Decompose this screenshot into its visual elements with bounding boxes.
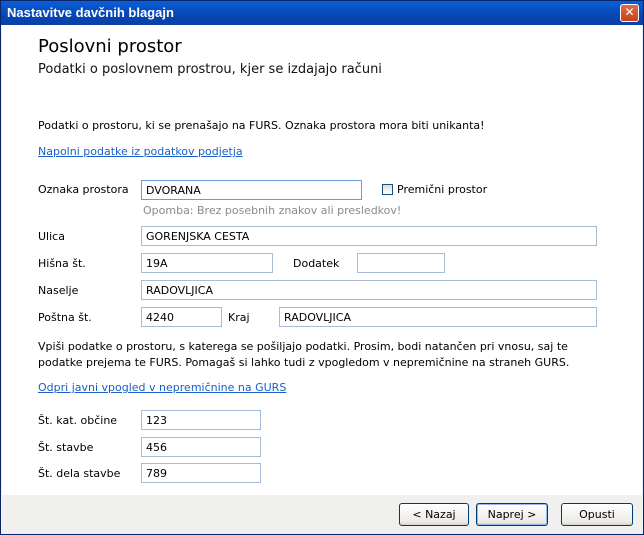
stavba-input[interactable]: [141, 437, 261, 457]
premicni-label: Premični prostor: [397, 183, 488, 196]
premicni-checkbox[interactable]: [382, 184, 393, 195]
page-subtitle: Podatki o poslovnem prostrou, kjer se iz…: [38, 62, 382, 77]
close-icon: ✕: [624, 5, 635, 19]
ulica-input[interactable]: [141, 226, 597, 246]
oznaka-hint: Opomba: Brez posebnih znakov ali presled…: [143, 204, 402, 217]
cancel-button[interactable]: Opusti: [561, 503, 633, 526]
postna-label: Poštna št.: [38, 311, 92, 324]
title-bar[interactable]: Nastavitve davčnih blagajn ✕: [1, 1, 643, 25]
button-bar: < Nazaj Naprej > Opusti: [2, 495, 642, 534]
hisna-label: Hišna št.: [38, 257, 86, 270]
kraj-input[interactable]: [279, 307, 597, 327]
gurs-link[interactable]: Odpri javni vpogled v nepremičnine na GU…: [38, 381, 286, 394]
oznaka-input[interactable]: [141, 180, 362, 200]
oznaka-label: Oznaka prostora: [38, 183, 129, 196]
close-button[interactable]: ✕: [620, 4, 639, 22]
naselje-label: Naselje: [38, 284, 79, 297]
wizard-page: Poslovni prostor Podatki o poslovnem pro…: [2, 25, 642, 495]
window-title: Nastavitve davčnih blagajn: [7, 5, 174, 20]
setup-wizard-window: Nastavitve davčnih blagajn ✕ Poslovni pr…: [0, 0, 644, 535]
ulica-label: Ulica: [38, 230, 65, 243]
del-input[interactable]: [141, 463, 261, 483]
naselje-input[interactable]: [141, 280, 597, 300]
stavba-label: Št. stavbe: [38, 441, 94, 454]
dodatek-label: Dodatek: [293, 257, 340, 270]
info-text: Vpiši podatke o prostoru, s katerega se …: [38, 340, 570, 369]
fill-from-company-link[interactable]: Napolni podatke iz podatkov podjetja: [38, 145, 243, 158]
hisna-input[interactable]: [141, 253, 273, 273]
page-title: Poslovni prostor: [38, 36, 182, 57]
postna-input[interactable]: [141, 307, 222, 327]
del-label: Št. dela stavbe: [38, 467, 121, 480]
obcina-label: Št. kat. občine: [38, 414, 118, 427]
kraj-label: Kraj: [228, 311, 250, 324]
intro-text: Podatki o prostoru, ki se prenašajo na F…: [38, 119, 485, 132]
back-button[interactable]: < Nazaj: [399, 503, 469, 526]
dodatek-input[interactable]: [357, 253, 445, 273]
next-button[interactable]: Naprej >: [476, 503, 548, 526]
obcina-input[interactable]: [141, 410, 261, 430]
